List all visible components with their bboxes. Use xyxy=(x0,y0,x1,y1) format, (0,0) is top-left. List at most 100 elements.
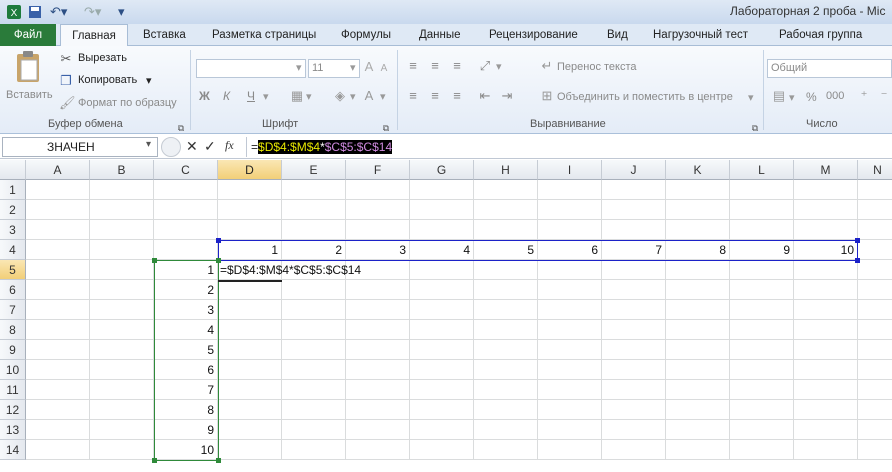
cell[interactable] xyxy=(26,340,90,360)
cell[interactable] xyxy=(474,360,538,380)
merge-center-icon[interactable]: ⊞ xyxy=(539,88,555,104)
tab-file[interactable]: Файл xyxy=(0,24,56,46)
cell[interactable] xyxy=(154,240,218,260)
cell[interactable] xyxy=(282,200,346,220)
cell[interactable] xyxy=(346,400,410,420)
cell[interactable] xyxy=(538,420,602,440)
cell[interactable] xyxy=(154,180,218,200)
cell[interactable] xyxy=(858,220,892,240)
shrink-font-icon[interactable]: A xyxy=(378,61,390,77)
cell[interactable] xyxy=(602,360,666,380)
save-icon[interactable] xyxy=(28,3,42,21)
cell[interactable] xyxy=(282,440,346,460)
cell[interactable] xyxy=(666,340,730,360)
cell[interactable] xyxy=(794,420,858,440)
row-header-11[interactable]: 11 xyxy=(0,380,26,400)
cell[interactable] xyxy=(730,280,794,300)
row-header-8[interactable]: 8 xyxy=(0,320,26,340)
range-handle[interactable] xyxy=(216,238,221,243)
align-top-icon[interactable]: ≡ xyxy=(405,58,421,74)
cell[interactable] xyxy=(538,400,602,420)
cell[interactable] xyxy=(730,360,794,380)
cell[interactable] xyxy=(410,340,474,360)
cell[interactable] xyxy=(474,220,538,240)
cell[interactable] xyxy=(282,400,346,420)
cell[interactable] xyxy=(794,320,858,340)
cell[interactable] xyxy=(538,280,602,300)
cell[interactable] xyxy=(602,380,666,400)
cell[interactable] xyxy=(410,280,474,300)
cell[interactable] xyxy=(218,280,282,300)
undo-icon[interactable]: ↶▾ xyxy=(50,3,67,21)
column-header-m[interactable]: M xyxy=(794,160,858,180)
cell[interactable] xyxy=(346,380,410,400)
range-handle[interactable] xyxy=(216,258,221,263)
row-header-5[interactable]: 5 xyxy=(0,260,26,280)
cell[interactable] xyxy=(282,320,346,340)
cell[interactable] xyxy=(90,220,154,240)
column-header-f[interactable]: F xyxy=(346,160,410,180)
row-header-1[interactable]: 1 xyxy=(0,180,26,200)
cell[interactable] xyxy=(666,420,730,440)
cell[interactable] xyxy=(794,400,858,420)
currency-dropdown-icon[interactable]: ▾ xyxy=(789,91,795,104)
cell[interactable] xyxy=(730,340,794,360)
cell[interactable] xyxy=(474,200,538,220)
cell[interactable] xyxy=(218,440,282,460)
orientation-dropdown-icon[interactable]: ▾ xyxy=(496,60,502,73)
cell[interactable] xyxy=(602,260,666,280)
cell[interactable] xyxy=(218,180,282,200)
cell-i4[interactable]: 6 xyxy=(538,240,602,260)
cell[interactable] xyxy=(410,400,474,420)
alignment-launcher-icon[interactable]: ⧉ xyxy=(750,120,760,136)
cell-h4[interactable]: 5 xyxy=(474,240,538,260)
cell-c8[interactable]: 4 xyxy=(154,320,218,340)
cell[interactable] xyxy=(730,300,794,320)
wrap-text-icon[interactable]: ↵ xyxy=(539,58,555,74)
fill-color-icon[interactable]: ◈ xyxy=(333,88,347,104)
cell[interactable] xyxy=(858,260,892,280)
name-box[interactable]: ЗНАЧЕН xyxy=(2,137,158,157)
cell[interactable] xyxy=(538,180,602,200)
cell[interactable] xyxy=(282,180,346,200)
cell[interactable] xyxy=(538,220,602,240)
column-header-d[interactable]: D xyxy=(218,160,282,180)
cell[interactable] xyxy=(474,440,538,460)
cell[interactable] xyxy=(730,220,794,240)
cell[interactable] xyxy=(794,260,858,280)
cell[interactable] xyxy=(218,420,282,440)
cell-k4[interactable]: 8 xyxy=(666,240,730,260)
underline-button[interactable]: Ч xyxy=(247,89,255,103)
cell[interactable] xyxy=(666,220,730,240)
cell[interactable] xyxy=(538,340,602,360)
cell-j4[interactable]: 7 xyxy=(602,240,666,260)
cell[interactable] xyxy=(218,200,282,220)
formula-input[interactable]: =$D$4:$M$4*$C$5:$C$14 xyxy=(251,139,393,155)
cell-c11[interactable]: 7 xyxy=(154,380,218,400)
range-handle[interactable] xyxy=(152,458,157,463)
decrease-decimal-icon[interactable]: ⁻ xyxy=(876,88,892,104)
cell[interactable] xyxy=(858,320,892,340)
column-header-a[interactable]: A xyxy=(26,160,90,180)
cell[interactable] xyxy=(282,300,346,320)
cell[interactable] xyxy=(410,360,474,380)
cell[interactable] xyxy=(282,380,346,400)
align-right-icon[interactable]: ≡ xyxy=(449,88,465,104)
underline-dropdown-icon[interactable]: ▾ xyxy=(263,90,269,103)
fill-dropdown-icon[interactable]: ▾ xyxy=(350,90,356,103)
currency-icon[interactable]: ▤ xyxy=(770,88,788,104)
cell[interactable] xyxy=(218,320,282,340)
cell[interactable] xyxy=(858,240,892,260)
cell[interactable] xyxy=(90,400,154,420)
tab-workgroup[interactable]: Рабочая группа xyxy=(779,24,862,46)
font-name-input[interactable] xyxy=(196,59,306,78)
column-header-h[interactable]: H xyxy=(474,160,538,180)
cell[interactable] xyxy=(538,360,602,380)
cell[interactable] xyxy=(282,220,346,240)
cell[interactable] xyxy=(538,260,602,280)
cell[interactable] xyxy=(602,440,666,460)
cell[interactable] xyxy=(154,220,218,240)
cut-icon[interactable]: ✂ xyxy=(59,51,73,67)
cell[interactable] xyxy=(26,200,90,220)
cell[interactable] xyxy=(730,420,794,440)
